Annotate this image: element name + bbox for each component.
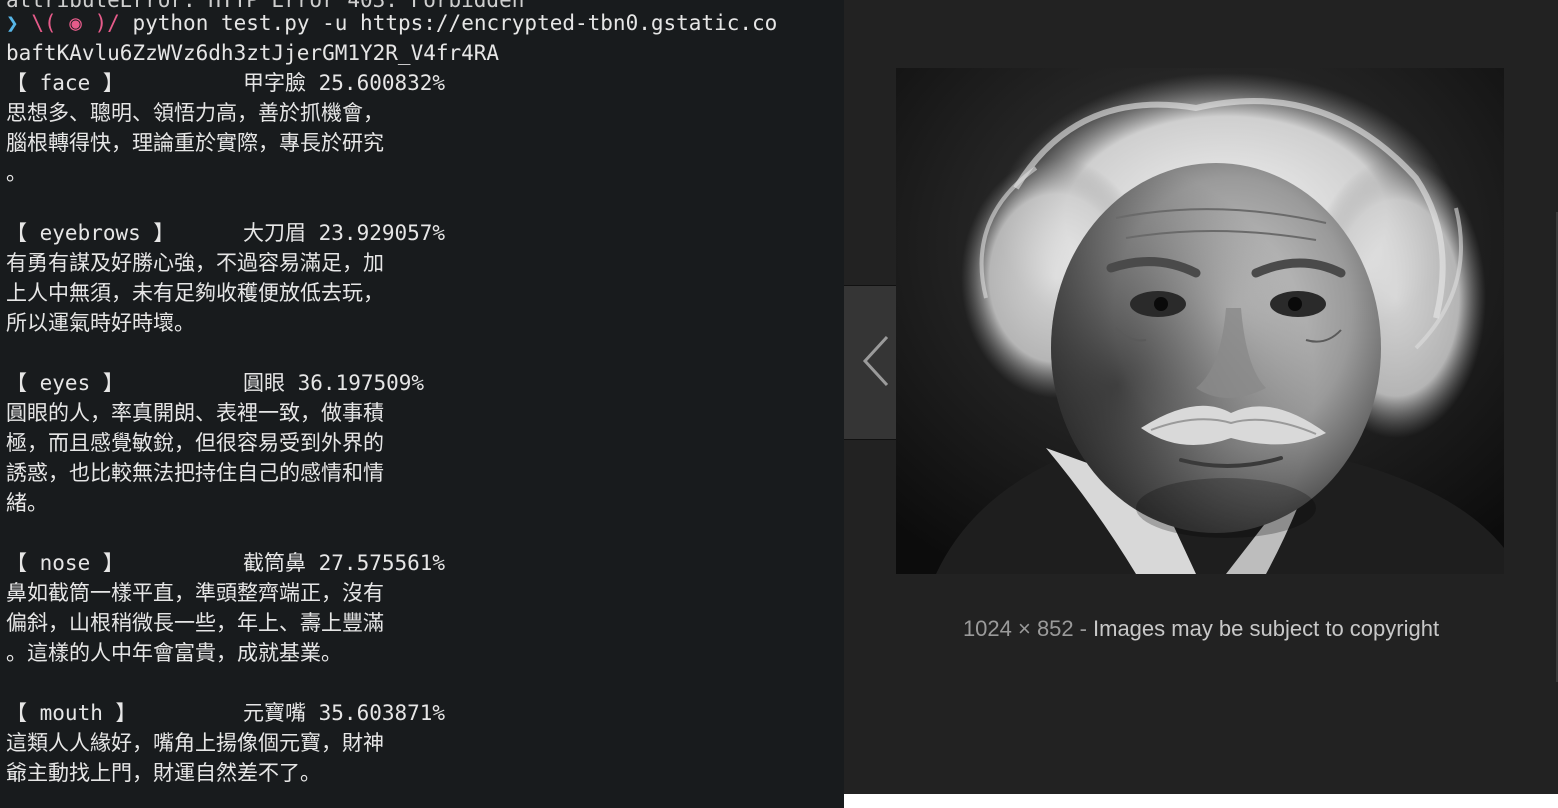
chevron-left-icon [859,333,893,393]
feature-description-line: 極，而且感覺敏銳，但很容易受到外界的 [6,431,384,455]
section-header: 【 eyebrows 】 大刀眉 23.929057% [6,218,445,248]
feature-description-line: 誘惑，也比較無法把持住自己的感情和情 [6,461,384,485]
feature-description-line: 有勇有謀及好勝心強，不過容易滿足，加 [6,251,384,275]
feature-description-line: 偏斜，山根稍微長一些，年上、壽上豐滿 [6,611,384,635]
feature-label: 【 mouth 】 [6,701,137,725]
section-header: 【 nose 】 截筒鼻 27.575561% [6,548,445,578]
feature-description-line: 緒。 [6,491,48,515]
feature-result: 截筒鼻 27.575561% [243,551,446,575]
portrait-photo[interactable] [896,68,1504,574]
prompt-arrow-icon: ❯ [6,11,19,35]
prompt-symbol: \( ◉ )/ [31,11,120,35]
caption-separator: - [1079,616,1087,641]
feature-label: 【 eyebrows 】 [6,221,175,245]
feature-description-line: 上人中無須，未有足夠收穫便放低去玩， [6,281,384,305]
feature-label: 【 nose 】 [6,551,124,575]
terminal-pane[interactable]: attributeError: HTTP Error 403: Forbidde… [0,0,844,808]
feature-result: 甲字臉 25.600832% [243,71,446,95]
feature-description-line: 所以運氣時好時壞。 [6,311,195,335]
feature-description-line: 這類人人緣好，嘴角上揚像個元寶，財神 [6,731,384,755]
feature-result: 元寶嘴 35.603871% [243,701,446,725]
feature-description-line: 。 [6,161,27,185]
section-header: 【 face 】 甲字臉 25.600832% [6,68,445,98]
image-viewer-pane: 1024 × 852- Images may be subject to copy… [844,0,1558,794]
image-caption: 1024 × 852- Images may be subject to copy… [844,616,1558,642]
viewer-bottom-strip [844,794,1558,808]
feature-description-line: 爺主動找上門，財運自然差不了。 [6,761,321,785]
feature-result: 圓眼 36.197509% [243,371,425,395]
command-text: python test.py -u https://encrypted-tbn0… [132,11,778,35]
section-header: 【 mouth 】 元寶嘴 35.603871% [6,698,445,728]
image-dimensions: 1024 × 852 [962,616,1074,641]
feature-label: 【 eyes 】 [6,371,124,395]
copyright-notice[interactable]: Images may be subject to copyright [1093,616,1439,641]
command-text-continued: baftKAvlu6ZzWVz6dh3ztJjerGM1Y2R_V4fr4RA [6,41,500,65]
feature-result: 大刀眉 23.929057% [243,221,446,245]
section-header: 【 eyes 】 圓眼 36.197509% [6,368,424,398]
feature-description-line: 。這樣的人中年會富貴，成就基業。 [6,641,342,665]
command-prompt: ❯ \( ◉ )/ python test.py -u https://encr… [6,8,777,38]
feature-label: 【 face 】 [6,71,124,95]
feature-description-line: 思想多、聰明、領悟力高，善於抓機會， [6,101,384,125]
feature-description-line: 腦根轉得快，理論重於實際，專長於研究 [6,131,384,155]
feature-description-line: 鼻如截筒一樣平直，準頭整齊端正，沒有 [6,581,384,605]
feature-description-line: 圓眼的人，率真開朗、表裡一致，做事積 [6,401,384,425]
